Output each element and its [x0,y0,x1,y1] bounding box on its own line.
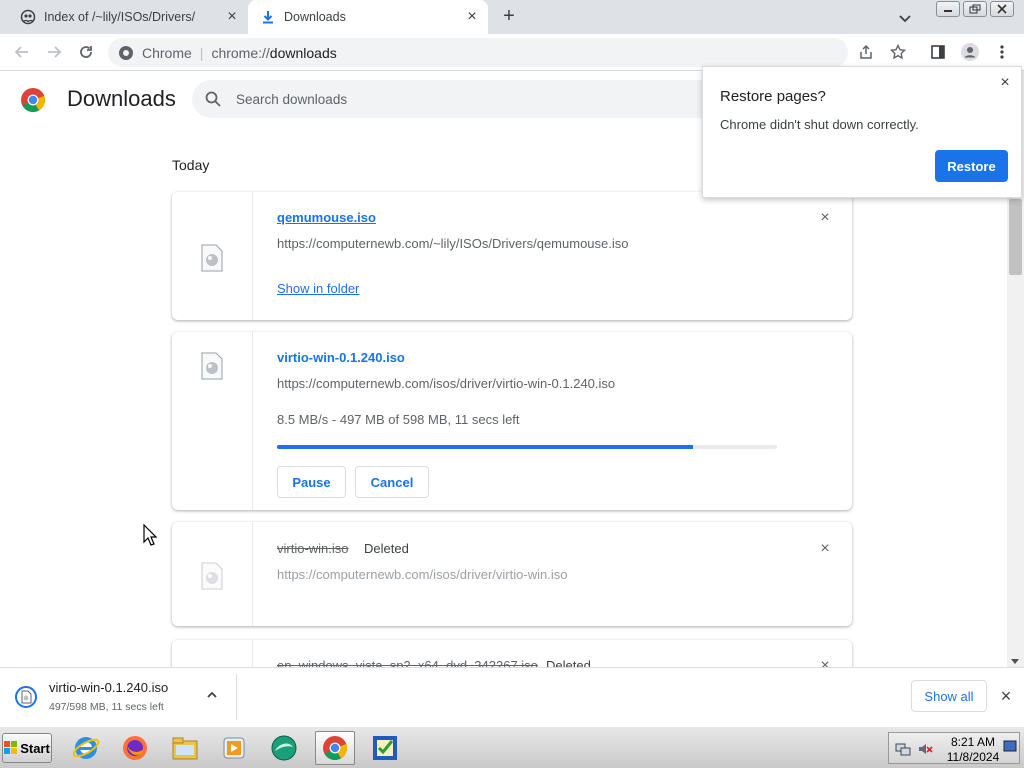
download-progress-bar [277,445,777,449]
file-name-link[interactable]: virtio-win-0.1.240.iso [277,350,405,365]
download-item-in-progress: virtio-win-0.1.240.iso https://computern… [172,332,852,510]
clock-time: 8:21 AM [950,735,996,749]
forward-arrow-icon[interactable] [44,42,64,62]
file-explorer-icon[interactable] [165,731,205,765]
new-tab-button[interactable]: + [498,6,520,28]
window-controls [936,1,1014,17]
url-scheme: chrome:// [211,44,270,61]
file-icon-column [172,640,253,667]
checklist-app-icon[interactable] [365,731,405,765]
dialog-close-icon[interactable]: × [997,75,1013,91]
profile-avatar-icon[interactable] [960,42,980,62]
tab-search-chevron-icon[interactable] [895,8,915,28]
site-chip-label: Chrome [142,44,192,61]
file-name: virtio-win.iso [277,541,349,556]
clock-date: 11/8/2024 [946,750,1000,764]
url-host: downloads [269,44,337,61]
firefox-icon[interactable] [115,731,155,765]
mouse-cursor-icon [143,523,158,546]
internet-explorer-icon[interactable] [66,731,106,765]
search-placeholder: Search downloads [236,91,348,107]
download-item-deleted: virtio-win.iso Deleted https://computern… [172,522,852,626]
clip-region: en_windows_vista_sp2_x64_dvd_342267.iso … [0,636,1007,667]
shelf-file-icon[interactable] [15,684,37,710]
pause-button[interactable]: Pause [277,466,346,498]
tab-close-icon[interactable]: × [464,9,480,25]
file-icon-column [172,192,253,320]
url-text: chrome://downloads [211,45,336,61]
restore-window-icon[interactable] [963,1,987,17]
progress-fill [277,445,693,449]
chrome-taskbar-icon[interactable] [315,731,355,765]
file-url[interactable]: https://computernewb.com/isos/driver/vir… [277,376,615,391]
search-icon [204,90,222,108]
restore-button[interactable]: Restore [935,150,1008,182]
globe-people-icon [20,9,36,25]
chevron-up-icon[interactable] [205,688,219,702]
side-panel-icon[interactable] [928,42,948,62]
omnibox-divider: | [199,44,204,61]
tab-downloads[interactable]: Downloads × [248,0,488,34]
file-icon-column [172,332,253,510]
page-title: Downloads [67,86,176,111]
file-icon [201,562,223,590]
bookmark-star-icon[interactable] [888,42,908,62]
download-item: qemumouse.iso https://computernewb.com/~… [172,192,852,320]
menu-kebab-icon[interactable] [992,42,1012,62]
download-icon [260,9,276,25]
reload-icon[interactable] [76,42,96,62]
download-status-text: 8.5 MB/s - 497 MB of 598 MB, 11 secs lef… [277,412,520,427]
scroll-down-arrow-icon[interactable] [1011,659,1019,664]
network-icon[interactable] [895,741,911,757]
scrollbar-thumb[interactable] [1009,199,1022,275]
start-button[interactable]: Start [2,733,52,763]
system-tray: 8:21 AM 11/8/2024 [888,732,1020,764]
show-all-button[interactable]: Show all [911,680,987,712]
media-player-icon[interactable] [214,731,254,765]
shelf-divider [236,674,237,720]
remove-item-close-icon[interactable]: × [818,210,832,226]
file-url[interactable]: https://computernewb.com/isos/driver/vir… [277,567,567,582]
start-label: Start [20,740,50,756]
green-orb-app-icon[interactable] [264,731,304,765]
back-arrow-icon[interactable] [12,42,32,62]
chrome-logo-icon [20,87,46,113]
show-desktop-icon[interactable] [1003,739,1019,755]
download-item-deleted: en_windows_vista_sp2_x64_dvd_342267.iso … [172,640,852,667]
file-name: en_windows_vista_sp2_x64_dvd_342267.iso [277,658,538,667]
tab-strip: Index of /~lily/ISOs/Drivers/ × Download… [0,0,1024,34]
volume-muted-icon[interactable] [917,741,933,757]
deleted-tag: Deleted [364,541,409,556]
tab-index-of-drivers[interactable]: Index of /~lily/ISOs/Drivers/ × [8,0,248,34]
download-shelf: virtio-win-0.1.240.iso 497/598 MB, 11 se… [0,667,1024,726]
tab-title: Downloads [284,10,346,24]
file-icon-column [172,522,253,626]
shelf-close-icon[interactable]: × [998,687,1014,705]
minimize-icon[interactable] [936,1,960,17]
chrome-site-icon [118,45,134,61]
address-bar[interactable]: Chrome | chrome://downloads [108,38,848,67]
date-group-label: Today [172,157,210,173]
restore-pages-dialog: Restore pages? Chrome didn't shut down c… [702,66,1022,198]
close-window-icon[interactable] [990,1,1014,17]
windows-flag-icon [4,741,18,755]
windows-taskbar: Start 8:21 AM 11/8/2024 [0,726,1024,768]
shelf-status: 497/598 MB, 11 secs left [49,701,164,713]
search-downloads-input[interactable]: Search downloads [192,80,752,118]
remove-item-close-icon[interactable]: × [818,658,832,668]
dialog-message: Chrome didn't shut down correctly. [720,117,919,132]
file-icon [201,244,223,272]
tab-title: Index of /~lily/ISOs/Drivers/ [44,10,196,24]
file-icon [201,352,223,380]
shelf-file-name[interactable]: virtio-win-0.1.240.iso [49,680,168,695]
file-url[interactable]: https://computernewb.com/~lily/ISOs/Driv… [277,236,629,251]
dialog-title: Restore pages? [720,88,826,105]
tab-close-icon[interactable]: × [224,9,240,25]
file-name-link[interactable]: qemumouse.iso [277,210,376,225]
deleted-tag: Deleted [546,658,591,667]
cancel-button[interactable]: Cancel [355,466,429,498]
share-icon[interactable] [856,42,876,62]
remove-item-close-icon[interactable]: × [818,541,832,557]
show-in-folder-link[interactable]: Show in folder [277,281,359,296]
